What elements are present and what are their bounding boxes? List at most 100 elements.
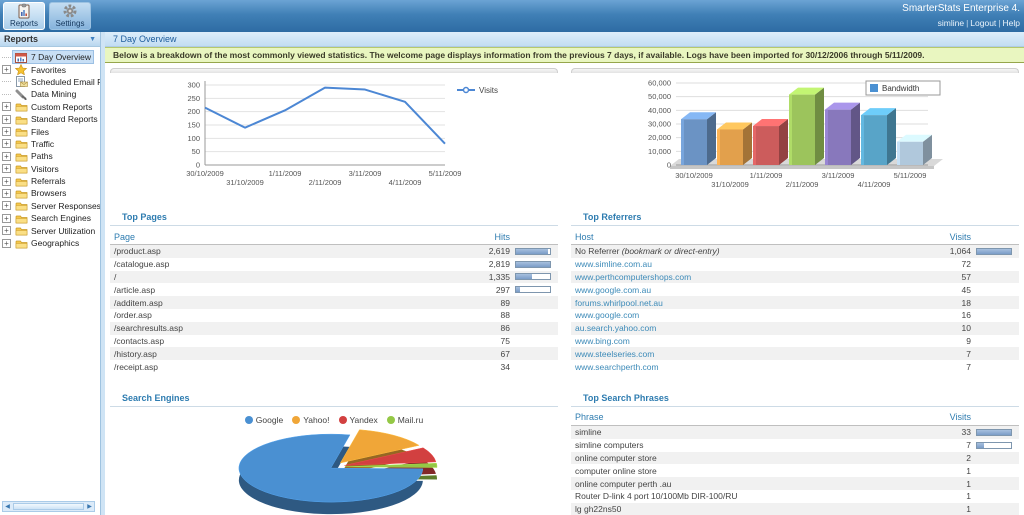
main-content: 7 Day Overview Below is a breakdown of t… [105, 32, 1024, 515]
row-link[interactable]: www.perthcomputershops.com [573, 272, 915, 282]
sidebar-item-label: Favorites [31, 65, 66, 75]
value-bar [515, 248, 551, 255]
row-value: 75 [454, 336, 510, 346]
top-referrers-header: Host Visits [571, 229, 1019, 245]
user-link-simline[interactable]: simline [938, 18, 964, 28]
tree-connector [2, 81, 11, 82]
table-row: No Referrer (bookmark or direct-entry)1,… [571, 245, 1019, 258]
row-link[interactable]: www.simline.com.au [573, 259, 915, 269]
sidebar-item-label: Server Responses [31, 201, 101, 211]
user-link-help[interactable]: Help [1003, 18, 1020, 28]
row-link[interactable]: www.bing.com [573, 336, 915, 346]
sidebar-item-label: 7 Day Overview [31, 52, 91, 62]
row-label: /article.asp [112, 285, 454, 295]
column-header: Visits [915, 412, 971, 422]
row-label: computer online store [573, 466, 915, 476]
value-bar [976, 442, 1012, 449]
sidebar-item-label: Referrals [31, 176, 65, 186]
tab-settings-label: Settings [56, 19, 85, 28]
row-link[interactable]: www.searchperth.com [573, 362, 915, 372]
tab-settings[interactable]: Settings [49, 2, 91, 30]
folder-icon [15, 126, 28, 137]
sidebar-item-geographics[interactable]: +Geographics [2, 237, 100, 249]
expander-icon[interactable]: + [2, 177, 11, 186]
sidebar-header[interactable]: Reports ▼ [0, 32, 100, 47]
sidebar-item-scheduled-email-reports[interactable]: Scheduled Email Reports [2, 76, 100, 88]
sidebar-item-traffic[interactable]: +Traffic [2, 138, 100, 150]
svg-text:31/10/2009: 31/10/2009 [226, 178, 264, 187]
svg-text:50: 50 [192, 147, 200, 156]
svg-text:4/11/2009: 4/11/2009 [858, 180, 891, 189]
table-row: computer online store1 [571, 464, 1019, 477]
sidebar-horizontal-scrollbar[interactable]: ◀ ▶ [2, 501, 95, 512]
search-engines-section: Search Engines GoogleYahoo!YandexMail.ru [110, 391, 558, 515]
expander-icon[interactable]: + [2, 127, 11, 136]
table-row: online computer perth .au1 [571, 477, 1019, 490]
row-value: 9 [915, 336, 971, 346]
sidebar-item-custom-reports[interactable]: + Custom Reports [2, 101, 100, 113]
tree-connector [2, 94, 11, 95]
expander-icon[interactable]: + [2, 102, 11, 111]
legend-item-google: Google [245, 415, 283, 425]
scroll-left-icon[interactable]: ◀ [3, 503, 12, 510]
sidebar-item-label: Custom Reports [31, 102, 92, 112]
tree-connector [2, 57, 11, 58]
row-value: 1,064 [915, 246, 971, 256]
expander-icon[interactable]: + [2, 65, 11, 74]
scroll-thumb[interactable] [13, 503, 84, 510]
row-link[interactable]: www.google.com.au [573, 285, 915, 295]
row-value: 7 [915, 349, 971, 359]
expander-icon[interactable]: + [2, 115, 11, 124]
sidebar-item-favorites[interactable]: + Favorites [2, 63, 100, 75]
sidebar-item-data-mining[interactable]: Data Mining [2, 88, 100, 100]
sidebar-item-visitors[interactable]: +Visitors [2, 163, 100, 175]
expander-icon[interactable]: + [2, 139, 11, 148]
svg-text:30/10/2009: 30/10/2009 [186, 169, 224, 178]
sidebar-item-browsers[interactable]: +Browsers [2, 187, 100, 199]
sidebar-item-server-utilization[interactable]: +Server Utilization [2, 224, 100, 236]
expander-icon[interactable]: + [2, 152, 11, 161]
expander-icon[interactable]: + [2, 189, 11, 198]
row-value: 88 [454, 310, 510, 320]
expander-icon[interactable]: + [2, 164, 11, 173]
top-referrers-section: Top Referrers Host Visits No Referrer (b… [571, 210, 1019, 373]
page-title: 7 Day Overview [105, 32, 1024, 47]
expander-icon[interactable]: + [2, 226, 11, 235]
expander-icon[interactable]: + [2, 239, 11, 248]
table-row: simline33 [571, 426, 1019, 439]
column-header: Hits [454, 232, 510, 242]
sidebar-item-search-engines[interactable]: +Search Engines [2, 212, 100, 224]
tab-reports[interactable]: Reports [3, 2, 45, 30]
row-link[interactable]: www.steelseries.com [573, 349, 915, 359]
sidebar-item-paths[interactable]: +Paths [2, 150, 100, 162]
expander-icon[interactable]: + [2, 201, 11, 210]
collapse-arrow-icon[interactable]: ▼ [89, 36, 96, 43]
row-value: 89 [454, 298, 510, 308]
folder-icon [15, 200, 28, 211]
sidebar-item-server-responses[interactable]: + Server Responses [2, 200, 100, 212]
sidebar-item-7-day-overview[interactable]: 7 Day Overview [2, 51, 100, 63]
column-header: Visits [915, 232, 971, 242]
top-pages-rows: /product.asp2,619/catalogue.asp2,819/1,3… [110, 245, 558, 373]
row-label: lg gh22ns50 [573, 504, 915, 514]
row-value: 45 [915, 285, 971, 295]
table-row: /order.asp88 [110, 309, 558, 322]
sidebar-item-label: Files [31, 127, 49, 137]
table-row: www.steelseries.com7 [571, 347, 1019, 360]
svg-text:2/11/2009: 2/11/2009 [786, 180, 819, 189]
row-link[interactable]: forums.whirlpool.net.au [573, 298, 915, 308]
svg-text:3/11/2009: 3/11/2009 [349, 169, 382, 178]
svg-text:31/10/2009: 31/10/2009 [711, 180, 749, 189]
sidebar-item-referrals[interactable]: + Referrals [2, 175, 100, 187]
legend-dot [387, 416, 395, 424]
row-link[interactable]: www.google.com [573, 310, 915, 320]
table-row: www.perthcomputershops.com57 [571, 271, 1019, 284]
sidebar-item-files[interactable]: + Files [2, 125, 100, 137]
scroll-right-icon[interactable]: ▶ [85, 503, 94, 510]
folder-icon [15, 151, 28, 162]
expander-icon[interactable]: + [2, 214, 11, 223]
row-link[interactable]: au.search.yahoo.com [573, 323, 915, 333]
user-link-logout[interactable]: Logout [970, 18, 996, 28]
sidebar-item-standard-reports[interactable]: +Standard Reports [2, 113, 100, 125]
svg-text:20,000: 20,000 [648, 133, 671, 142]
